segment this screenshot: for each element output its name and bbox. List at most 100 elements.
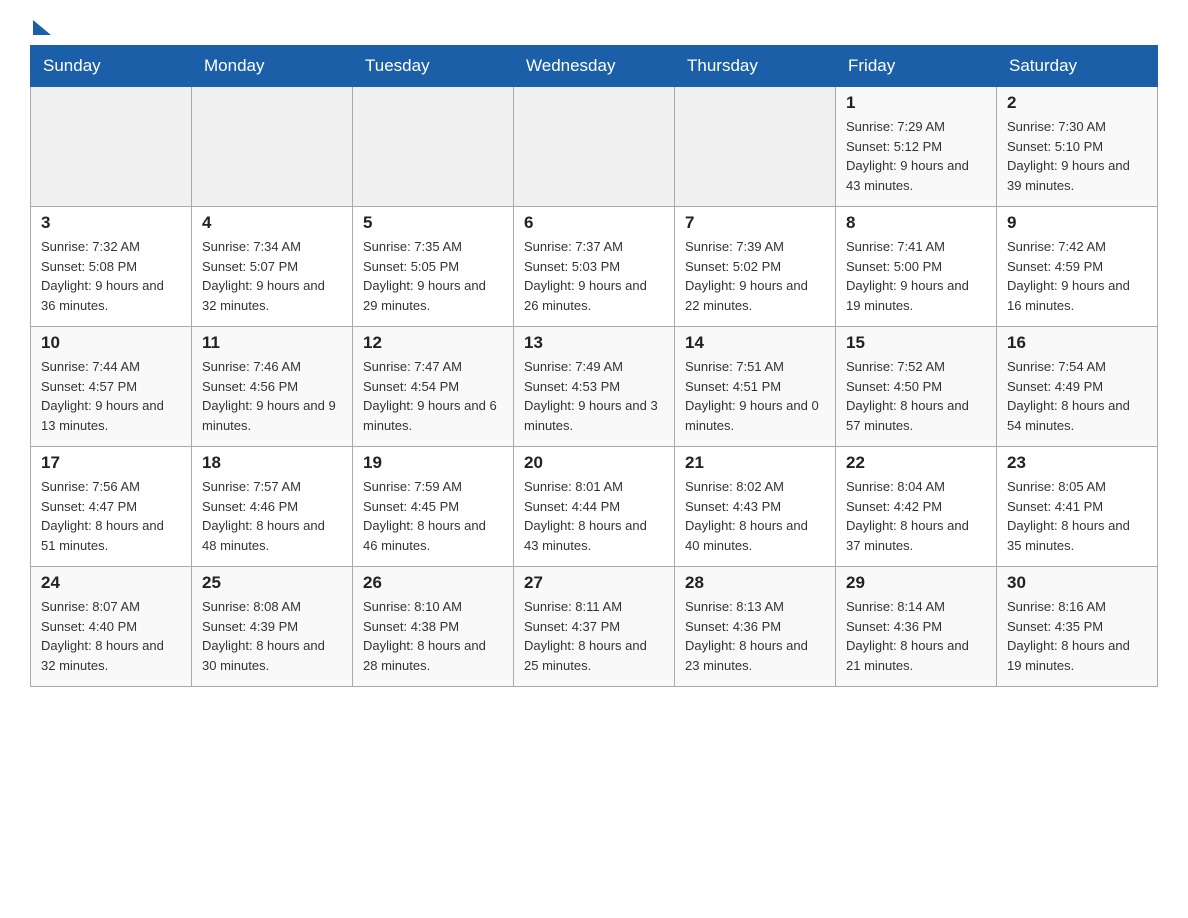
- calendar-cell: [31, 87, 192, 207]
- week-row-1: 1 Sunrise: 7:29 AMSunset: 5:12 PMDaylight…: [31, 87, 1158, 207]
- day-number: 9: [1007, 213, 1147, 233]
- calendar-cell: 19 Sunrise: 7:59 AMSunset: 4:45 PMDayligh…: [353, 447, 514, 567]
- day-number: 15: [846, 333, 986, 353]
- weekday-header-friday: Friday: [836, 46, 997, 87]
- day-number: 13: [524, 333, 664, 353]
- calendar-cell: [675, 87, 836, 207]
- calendar-cell: 4 Sunrise: 7:34 AMSunset: 5:07 PMDaylight…: [192, 207, 353, 327]
- day-info: Sunrise: 7:42 AMSunset: 4:59 PMDaylight:…: [1007, 237, 1147, 315]
- day-info: Sunrise: 8:05 AMSunset: 4:41 PMDaylight:…: [1007, 477, 1147, 555]
- day-number: 30: [1007, 573, 1147, 593]
- weekday-header-tuesday: Tuesday: [353, 46, 514, 87]
- calendar-cell: 29 Sunrise: 8:14 AMSunset: 4:36 PMDayligh…: [836, 567, 997, 687]
- calendar-cell: 14 Sunrise: 7:51 AMSunset: 4:51 PMDayligh…: [675, 327, 836, 447]
- day-info: Sunrise: 7:32 AMSunset: 5:08 PMDaylight:…: [41, 237, 181, 315]
- day-info: Sunrise: 7:47 AMSunset: 4:54 PMDaylight:…: [363, 357, 503, 435]
- day-info: Sunrise: 7:49 AMSunset: 4:53 PMDaylight:…: [524, 357, 664, 435]
- day-number: 23: [1007, 453, 1147, 473]
- day-number: 20: [524, 453, 664, 473]
- calendar-cell: 24 Sunrise: 8:07 AMSunset: 4:40 PMDayligh…: [31, 567, 192, 687]
- day-number: 24: [41, 573, 181, 593]
- day-info: Sunrise: 7:37 AMSunset: 5:03 PMDaylight:…: [524, 237, 664, 315]
- calendar-cell: 6 Sunrise: 7:37 AMSunset: 5:03 PMDaylight…: [514, 207, 675, 327]
- calendar-cell: [353, 87, 514, 207]
- day-number: 1: [846, 93, 986, 113]
- day-number: 17: [41, 453, 181, 473]
- calendar-cell: 12 Sunrise: 7:47 AMSunset: 4:54 PMDayligh…: [353, 327, 514, 447]
- calendar-cell: 3 Sunrise: 7:32 AMSunset: 5:08 PMDaylight…: [31, 207, 192, 327]
- logo: [30, 20, 51, 35]
- day-number: 3: [41, 213, 181, 233]
- day-number: 6: [524, 213, 664, 233]
- day-number: 26: [363, 573, 503, 593]
- weekday-header-row: SundayMondayTuesdayWednesdayThursdayFrid…: [31, 46, 1158, 87]
- calendar-cell: [192, 87, 353, 207]
- day-info: Sunrise: 7:30 AMSunset: 5:10 PMDaylight:…: [1007, 117, 1147, 195]
- day-number: 19: [363, 453, 503, 473]
- calendar-cell: 23 Sunrise: 8:05 AMSunset: 4:41 PMDayligh…: [997, 447, 1158, 567]
- calendar-cell: 9 Sunrise: 7:42 AMSunset: 4:59 PMDaylight…: [997, 207, 1158, 327]
- day-info: Sunrise: 8:02 AMSunset: 4:43 PMDaylight:…: [685, 477, 825, 555]
- calendar-cell: 11 Sunrise: 7:46 AMSunset: 4:56 PMDayligh…: [192, 327, 353, 447]
- calendar-table: SundayMondayTuesdayWednesdayThursdayFrid…: [30, 45, 1158, 687]
- calendar-cell: 8 Sunrise: 7:41 AMSunset: 5:00 PMDaylight…: [836, 207, 997, 327]
- day-number: 11: [202, 333, 342, 353]
- day-info: Sunrise: 7:41 AMSunset: 5:00 PMDaylight:…: [846, 237, 986, 315]
- day-info: Sunrise: 8:10 AMSunset: 4:38 PMDaylight:…: [363, 597, 503, 675]
- day-info: Sunrise: 7:51 AMSunset: 4:51 PMDaylight:…: [685, 357, 825, 435]
- day-info: Sunrise: 7:34 AMSunset: 5:07 PMDaylight:…: [202, 237, 342, 315]
- weekday-header-monday: Monday: [192, 46, 353, 87]
- calendar-cell: 21Sunrise: 8:02 AMSunset: 4:43 PMDayligh…: [675, 447, 836, 567]
- day-info: Sunrise: 8:04 AMSunset: 4:42 PMDaylight:…: [846, 477, 986, 555]
- day-info: Sunrise: 8:13 AMSunset: 4:36 PMDaylight:…: [685, 597, 825, 675]
- logo-arrow-icon: [33, 20, 51, 35]
- day-info: Sunrise: 7:44 AMSunset: 4:57 PMDaylight:…: [41, 357, 181, 435]
- day-info: Sunrise: 8:16 AMSunset: 4:35 PMDaylight:…: [1007, 597, 1147, 675]
- weekday-header-wednesday: Wednesday: [514, 46, 675, 87]
- day-number: 27: [524, 573, 664, 593]
- day-info: Sunrise: 7:39 AMSunset: 5:02 PMDaylight:…: [685, 237, 825, 315]
- calendar-cell: 17Sunrise: 7:56 AMSunset: 4:47 PMDayligh…: [31, 447, 192, 567]
- calendar-cell: 18 Sunrise: 7:57 AMSunset: 4:46 PMDayligh…: [192, 447, 353, 567]
- weekday-header-sunday: Sunday: [31, 46, 192, 87]
- day-number: 4: [202, 213, 342, 233]
- calendar-cell: 5 Sunrise: 7:35 AMSunset: 5:05 PMDaylight…: [353, 207, 514, 327]
- day-info: Sunrise: 7:52 AMSunset: 4:50 PMDaylight:…: [846, 357, 986, 435]
- calendar-cell: 2Sunrise: 7:30 AMSunset: 5:10 PMDaylight…: [997, 87, 1158, 207]
- weekday-header-thursday: Thursday: [675, 46, 836, 87]
- day-number: 18: [202, 453, 342, 473]
- day-info: Sunrise: 7:59 AMSunset: 4:45 PMDaylight:…: [363, 477, 503, 555]
- weekday-header-saturday: Saturday: [997, 46, 1158, 87]
- day-info: Sunrise: 8:07 AMSunset: 4:40 PMDaylight:…: [41, 597, 181, 675]
- week-row-2: 3 Sunrise: 7:32 AMSunset: 5:08 PMDaylight…: [31, 207, 1158, 327]
- calendar-cell: 16Sunrise: 7:54 AMSunset: 4:49 PMDayligh…: [997, 327, 1158, 447]
- day-number: 28: [685, 573, 825, 593]
- day-number: 14: [685, 333, 825, 353]
- day-number: 25: [202, 573, 342, 593]
- calendar-cell: 22 Sunrise: 8:04 AMSunset: 4:42 PMDayligh…: [836, 447, 997, 567]
- header: [30, 20, 1158, 35]
- calendar-cell: 25Sunrise: 8:08 AMSunset: 4:39 PMDayligh…: [192, 567, 353, 687]
- calendar-cell: 13 Sunrise: 7:49 AMSunset: 4:53 PMDayligh…: [514, 327, 675, 447]
- day-info: Sunrise: 7:57 AMSunset: 4:46 PMDaylight:…: [202, 477, 342, 555]
- day-number: 29: [846, 573, 986, 593]
- day-number: 16: [1007, 333, 1147, 353]
- day-number: 8: [846, 213, 986, 233]
- day-info: Sunrise: 8:14 AMSunset: 4:36 PMDaylight:…: [846, 597, 986, 675]
- day-number: 7: [685, 213, 825, 233]
- day-info: Sunrise: 7:35 AMSunset: 5:05 PMDaylight:…: [363, 237, 503, 315]
- calendar-cell: 7 Sunrise: 7:39 AMSunset: 5:02 PMDaylight…: [675, 207, 836, 327]
- calendar-cell: 27Sunrise: 8:11 AMSunset: 4:37 PMDayligh…: [514, 567, 675, 687]
- calendar-cell: 20Sunrise: 8:01 AMSunset: 4:44 PMDayligh…: [514, 447, 675, 567]
- day-info: Sunrise: 7:46 AMSunset: 4:56 PMDaylight:…: [202, 357, 342, 435]
- calendar-cell: [514, 87, 675, 207]
- day-number: 5: [363, 213, 503, 233]
- week-row-3: 10Sunrise: 7:44 AMSunset: 4:57 PMDayligh…: [31, 327, 1158, 447]
- calendar-cell: 1 Sunrise: 7:29 AMSunset: 5:12 PMDaylight…: [836, 87, 997, 207]
- week-row-5: 24 Sunrise: 8:07 AMSunset: 4:40 PMDayligh…: [31, 567, 1158, 687]
- day-number: 12: [363, 333, 503, 353]
- calendar-cell: 15 Sunrise: 7:52 AMSunset: 4:50 PMDayligh…: [836, 327, 997, 447]
- calendar-cell: 30 Sunrise: 8:16 AMSunset: 4:35 PMDayligh…: [997, 567, 1158, 687]
- day-info: Sunrise: 7:29 AMSunset: 5:12 PMDaylight:…: [846, 117, 986, 195]
- day-number: 22: [846, 453, 986, 473]
